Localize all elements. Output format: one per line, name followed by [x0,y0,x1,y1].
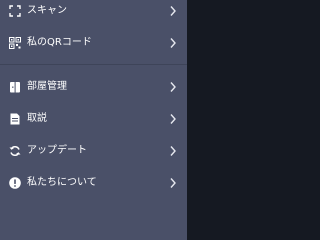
menu-item-label: 私たちについて [27,177,97,188]
chevron-right-icon [169,177,177,189]
chevron-right-icon [169,145,177,157]
screen: スキャン 私のQRコード 部屋管理 取説 アップデート 私たちについて [0,0,240,240]
menu-item-label: 部屋管理 [27,81,67,92]
scan-icon [9,5,21,17]
menu-item-label: アップデート [27,145,87,156]
menu-item-my-qr-code[interactable]: 私のQRコード [0,32,187,54]
side-drawer: スキャン 私のQRコード 部屋管理 取説 アップデート 私たちについて [0,0,187,240]
menu-item-label: 取説 [27,113,47,124]
drawer-backdrop[interactable] [187,0,240,240]
menu-item-update[interactable]: アップデート [0,140,187,162]
menu-item-label: 私のQRコード [27,37,92,48]
menu-item-manual[interactable]: 取説 [0,108,187,130]
chevron-right-icon [169,113,177,125]
chevron-right-icon [169,81,177,93]
menu-item-about-us[interactable]: 私たちについて [0,172,187,194]
chevron-right-icon [169,5,177,17]
refresh-icon [9,145,21,157]
door-icon [9,81,21,93]
qr-code-icon [9,37,21,49]
info-icon [9,177,21,189]
chevron-right-icon [169,37,177,49]
menu-item-scan[interactable]: スキャン [0,0,187,22]
menu-item-label: スキャン [27,5,67,16]
menu-item-room-management[interactable]: 部屋管理 [0,76,187,98]
document-icon [9,113,21,125]
menu-divider [0,64,187,65]
